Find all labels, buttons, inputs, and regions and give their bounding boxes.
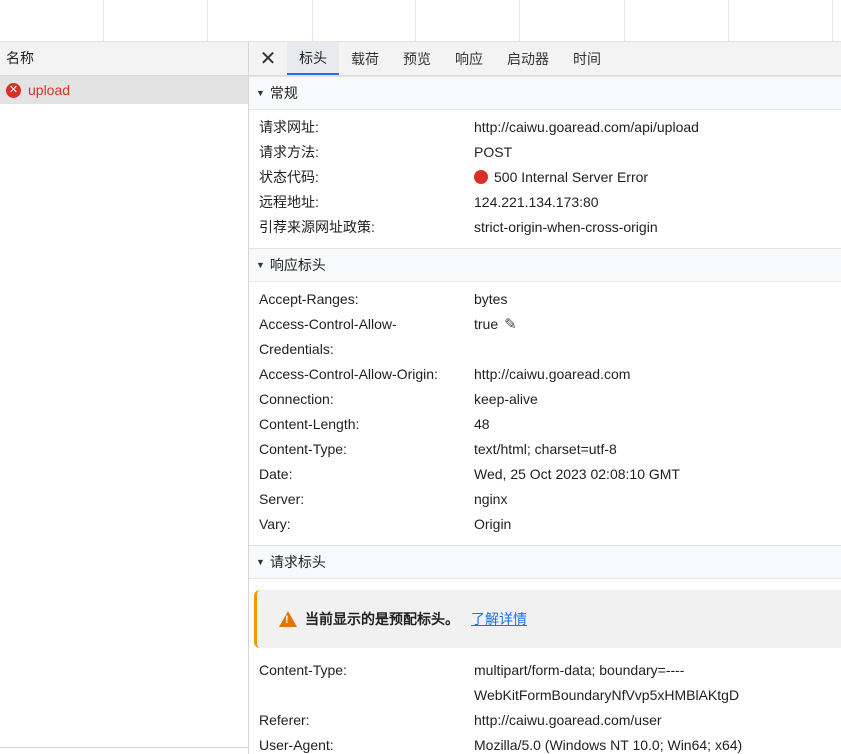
header-row: 请求方法: POST bbox=[249, 140, 841, 165]
header-row: 状态代码: 500 Internal Server Error bbox=[249, 165, 841, 190]
header-value-line: WebKitFormBoundaryNfVvp5xHMBlAKtgD bbox=[474, 687, 740, 703]
close-icon[interactable]: ✕ bbox=[249, 42, 287, 75]
general-section-header[interactable]: ▼ 常规 bbox=[249, 76, 841, 110]
request-headers-section-header[interactable]: ▼ 请求标头 bbox=[249, 545, 841, 579]
header-key-line: Access-Control-Allow- bbox=[259, 316, 397, 332]
header-key: Date: bbox=[259, 466, 293, 482]
header-value[interactable]: http://caiwu.goaread.com/user bbox=[474, 708, 662, 733]
tab-timing[interactable]: 时间 bbox=[561, 42, 613, 75]
header-row: User-Agent: Mozilla/5.0 (Windows NT 10.0… bbox=[249, 733, 841, 754]
header-value[interactable]: bytes bbox=[474, 287, 507, 312]
header-value[interactable]: true ✎ bbox=[474, 312, 517, 362]
header-value-line: multipart/form-data; boundary=---- bbox=[474, 662, 685, 678]
header-key: Accept-Ranges: bbox=[259, 291, 359, 307]
warning-text: 当前显示的是预配标头。 bbox=[305, 611, 459, 627]
header-row: Server: nginx bbox=[249, 487, 841, 512]
header-row: 请求网址: http://caiwu.goaread.com/api/uploa… bbox=[249, 115, 841, 140]
provisional-headers-warning: ! 当前显示的是预配标头。 了解详情 bbox=[254, 590, 841, 648]
tab-response[interactable]: 响应 bbox=[443, 42, 495, 75]
warning-icon: ! bbox=[279, 611, 297, 627]
timeline-gridline bbox=[312, 0, 313, 41]
panel-divider bbox=[0, 747, 248, 754]
timeline-gridline bbox=[624, 0, 625, 41]
header-key: 状态代码: bbox=[259, 169, 319, 185]
header-value[interactable]: text/html; charset=utf-8 bbox=[474, 437, 617, 462]
header-value[interactable]: Origin bbox=[474, 512, 511, 537]
header-value[interactable]: Mozilla/5.0 (Windows NT 10.0; Win64; x64… bbox=[474, 733, 742, 754]
error-icon: ✕ bbox=[6, 82, 21, 98]
tab-payload[interactable]: 载荷 bbox=[339, 42, 391, 75]
header-row: Referer: http://caiwu.goaread.com/user bbox=[249, 708, 841, 733]
section-title: 常规 bbox=[269, 85, 298, 101]
header-key: Server: bbox=[259, 491, 305, 507]
header-key: 远程地址: bbox=[259, 194, 319, 210]
tab-headers[interactable]: 标头 bbox=[287, 42, 339, 75]
header-key: 请求方法: bbox=[259, 144, 319, 160]
header-row: Connection: keep-alive bbox=[249, 387, 841, 412]
header-key: Vary: bbox=[259, 516, 291, 532]
tab-initiator[interactable]: 启动器 bbox=[495, 42, 561, 75]
request-headers-section-body: ! 当前显示的是预配标头。 了解详情 Content-Type: multipa… bbox=[249, 579, 841, 754]
header-key: Content-Type: bbox=[259, 662, 347, 678]
pencil-icon[interactable]: ✎ bbox=[504, 312, 517, 337]
header-value-text: true bbox=[474, 316, 499, 332]
request-detail-panel: ✕ 标头 载荷 预览 响应 启动器 时间 ▼ 常规 请求网址: http://c… bbox=[249, 42, 841, 754]
header-value[interactable]: Wed, 25 Oct 2023 02:08:10 GMT bbox=[474, 462, 680, 487]
triangle-down-icon: ▼ bbox=[256, 88, 265, 98]
timeline-strip bbox=[0, 0, 841, 42]
header-value[interactable]: POST bbox=[474, 140, 512, 165]
header-row: Access-Control-Allow- Credentials: true ✎ bbox=[249, 312, 841, 362]
triangle-down-icon: ▼ bbox=[256, 260, 265, 270]
timeline-gridline bbox=[103, 0, 104, 41]
header-row: Content-Type: text/html; charset=utf-8 bbox=[249, 437, 841, 462]
header-value[interactable]: keep-alive bbox=[474, 387, 538, 412]
header-key: 请求网址: bbox=[259, 119, 319, 135]
header-value[interactable]: multipart/form-data; boundary=---- WebKit… bbox=[474, 658, 739, 708]
timeline-gridline bbox=[207, 0, 208, 41]
header-key: Referer: bbox=[259, 712, 310, 728]
header-value[interactable]: 124.221.134.173:80 bbox=[474, 190, 599, 215]
red-dot-icon bbox=[474, 170, 488, 184]
general-section-body: 请求网址: http://caiwu.goaread.com/api/uploa… bbox=[249, 110, 841, 248]
header-row: 远程地址: 124.221.134.173:80 bbox=[249, 190, 841, 215]
name-column-header[interactable]: 名称 bbox=[0, 42, 248, 76]
header-key-line: Credentials: bbox=[259, 341, 334, 357]
header-key: User-Agent: bbox=[259, 737, 334, 753]
header-row: Access-Control-Allow-Origin: http://caiw… bbox=[249, 362, 841, 387]
header-row: 引荐来源网址政策: strict-origin-when-cross-origi… bbox=[249, 215, 841, 240]
header-row: Content-Type: multipart/form-data; bound… bbox=[249, 658, 841, 708]
request-list-panel: 名称 ✕ upload bbox=[0, 42, 249, 754]
header-value[interactable]: nginx bbox=[474, 487, 507, 512]
status-value[interactable]: 500 Internal Server Error bbox=[474, 165, 648, 190]
header-value[interactable]: http://caiwu.goaread.com bbox=[474, 362, 630, 387]
header-key: Connection: bbox=[259, 391, 334, 407]
header-value[interactable]: strict-origin-when-cross-origin bbox=[474, 215, 658, 240]
triangle-down-icon: ▼ bbox=[256, 557, 265, 567]
learn-more-link[interactable]: 了解详情 bbox=[471, 609, 527, 629]
header-row: Vary: Origin bbox=[249, 512, 841, 537]
header-key: Content-Type: bbox=[259, 441, 347, 457]
request-row-upload[interactable]: ✕ upload bbox=[0, 76, 248, 104]
header-key: 引荐来源网址政策: bbox=[259, 219, 375, 235]
timeline-gridline bbox=[832, 0, 833, 41]
status-text: 500 Internal Server Error bbox=[494, 169, 649, 185]
header-value[interactable]: 48 bbox=[474, 412, 490, 437]
header-row: Date: Wed, 25 Oct 2023 02:08:10 GMT bbox=[249, 462, 841, 487]
header-value[interactable]: http://caiwu.goaread.com/api/upload bbox=[474, 115, 699, 140]
response-headers-section-header[interactable]: ▼ 响应标头 bbox=[249, 248, 841, 282]
response-headers-section-body: Accept-Ranges: bytes Access-Control-Allo… bbox=[249, 282, 841, 545]
timeline-gridline bbox=[415, 0, 416, 41]
header-row: Content-Length: 48 bbox=[249, 412, 841, 437]
header-key: Content-Length: bbox=[259, 416, 360, 432]
header-key: Access-Control-Allow- Credentials: bbox=[249, 312, 474, 362]
detail-tabbar: ✕ 标头 载荷 预览 响应 启动器 时间 bbox=[249, 42, 841, 76]
header-key: Access-Control-Allow-Origin: bbox=[259, 366, 438, 382]
section-title: 请求标头 bbox=[269, 554, 326, 570]
section-title: 响应标头 bbox=[269, 257, 326, 273]
tab-preview[interactable]: 预览 bbox=[391, 42, 443, 75]
request-name: upload bbox=[28, 82, 71, 98]
timeline-gridline bbox=[728, 0, 729, 41]
header-row: Accept-Ranges: bytes bbox=[249, 287, 841, 312]
timeline-gridline bbox=[519, 0, 520, 41]
